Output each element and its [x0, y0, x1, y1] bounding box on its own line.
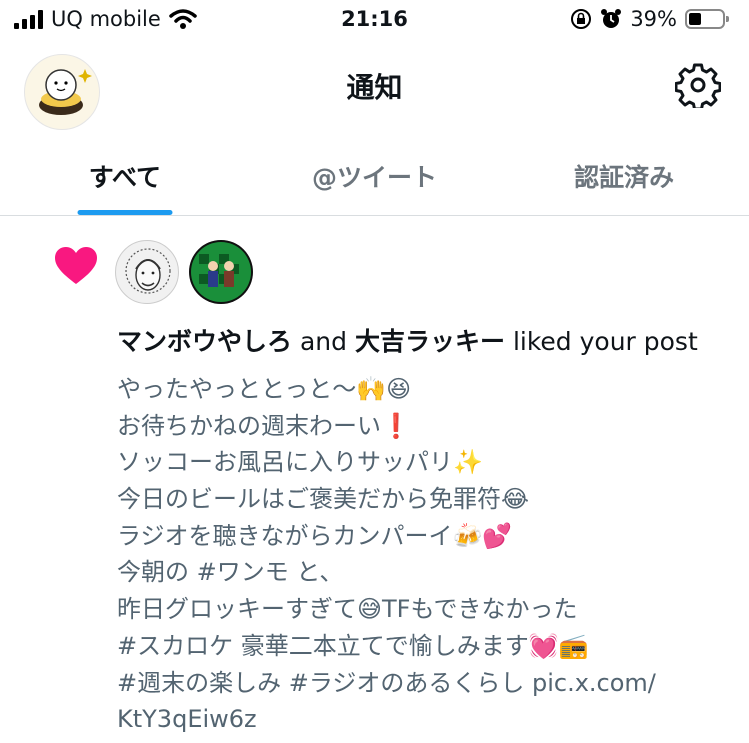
post-line: 昨日グロッキーすぎて😅TFもできなかった	[117, 595, 578, 624]
page-title: 通知	[346, 71, 403, 104]
post-line: ソッコーお風呂に入りサッパリ✨	[117, 448, 483, 477]
tab-verified[interactable]: 認証済み	[499, 130, 749, 215]
action-text: liked your post	[512, 327, 698, 356]
post-line: お待ちかねの週末わーい❗️	[117, 411, 411, 440]
like-summary: マンボウやしろ and 大吉ラッキー liked your post	[117, 322, 698, 358]
orientation-lock-icon	[571, 9, 592, 29]
tab-mentions[interactable]: @ツイート	[250, 130, 500, 215]
notification-tabs: すべて @ツイート 認証済み	[0, 130, 749, 216]
header: 通知	[0, 44, 749, 130]
post-line: 今日のビールはご褒美だから免罪符😂	[117, 485, 530, 514]
tab-all-label: すべて	[88, 163, 161, 192]
tab-mentions-label: @ツイート	[312, 163, 438, 192]
connector-text: and	[299, 327, 348, 356]
post-text[interactable]: やったやっととっと〜🙌😆 お待ちかねの週末わーい❗️ ソッコーお風呂に入りサッパ…	[117, 371, 656, 738]
active-tab-indicator	[77, 210, 173, 215]
post-line: KtY3qEiw6z	[117, 705, 257, 734]
tab-verified-label: 認証済み	[574, 163, 675, 192]
gear-icon[interactable]	[675, 62, 721, 108]
tab-all[interactable]: すべて	[0, 130, 250, 215]
liker-name-2[interactable]: 大吉ラッキー	[355, 327, 505, 356]
liker-name-1[interactable]: マンボウやしろ	[117, 327, 292, 356]
user-avatar-manbou[interactable]	[115, 240, 179, 304]
post-line: やったやっととっと〜🙌😆	[117, 375, 412, 403]
heart-icon	[55, 247, 97, 284]
alarm-icon	[601, 9, 622, 28]
battery-icon	[685, 9, 729, 29]
post-line: #週末の楽しみ #ラジオのあるくらし pic.x.com/	[117, 668, 656, 697]
post-line: #スカロケ 豪華二本立てで愉しみます💓📻	[117, 631, 589, 660]
battery-percent: 39%	[630, 7, 677, 31]
user-avatar-daikichi[interactable]	[189, 240, 253, 304]
post-line: 今朝の #ワンモ と、	[117, 558, 344, 587]
post-line: ラジオを聴きながらカンパーイ🍻💕	[117, 521, 513, 550]
status-bar: UQ mobile 21:16 39%	[0, 0, 749, 44]
